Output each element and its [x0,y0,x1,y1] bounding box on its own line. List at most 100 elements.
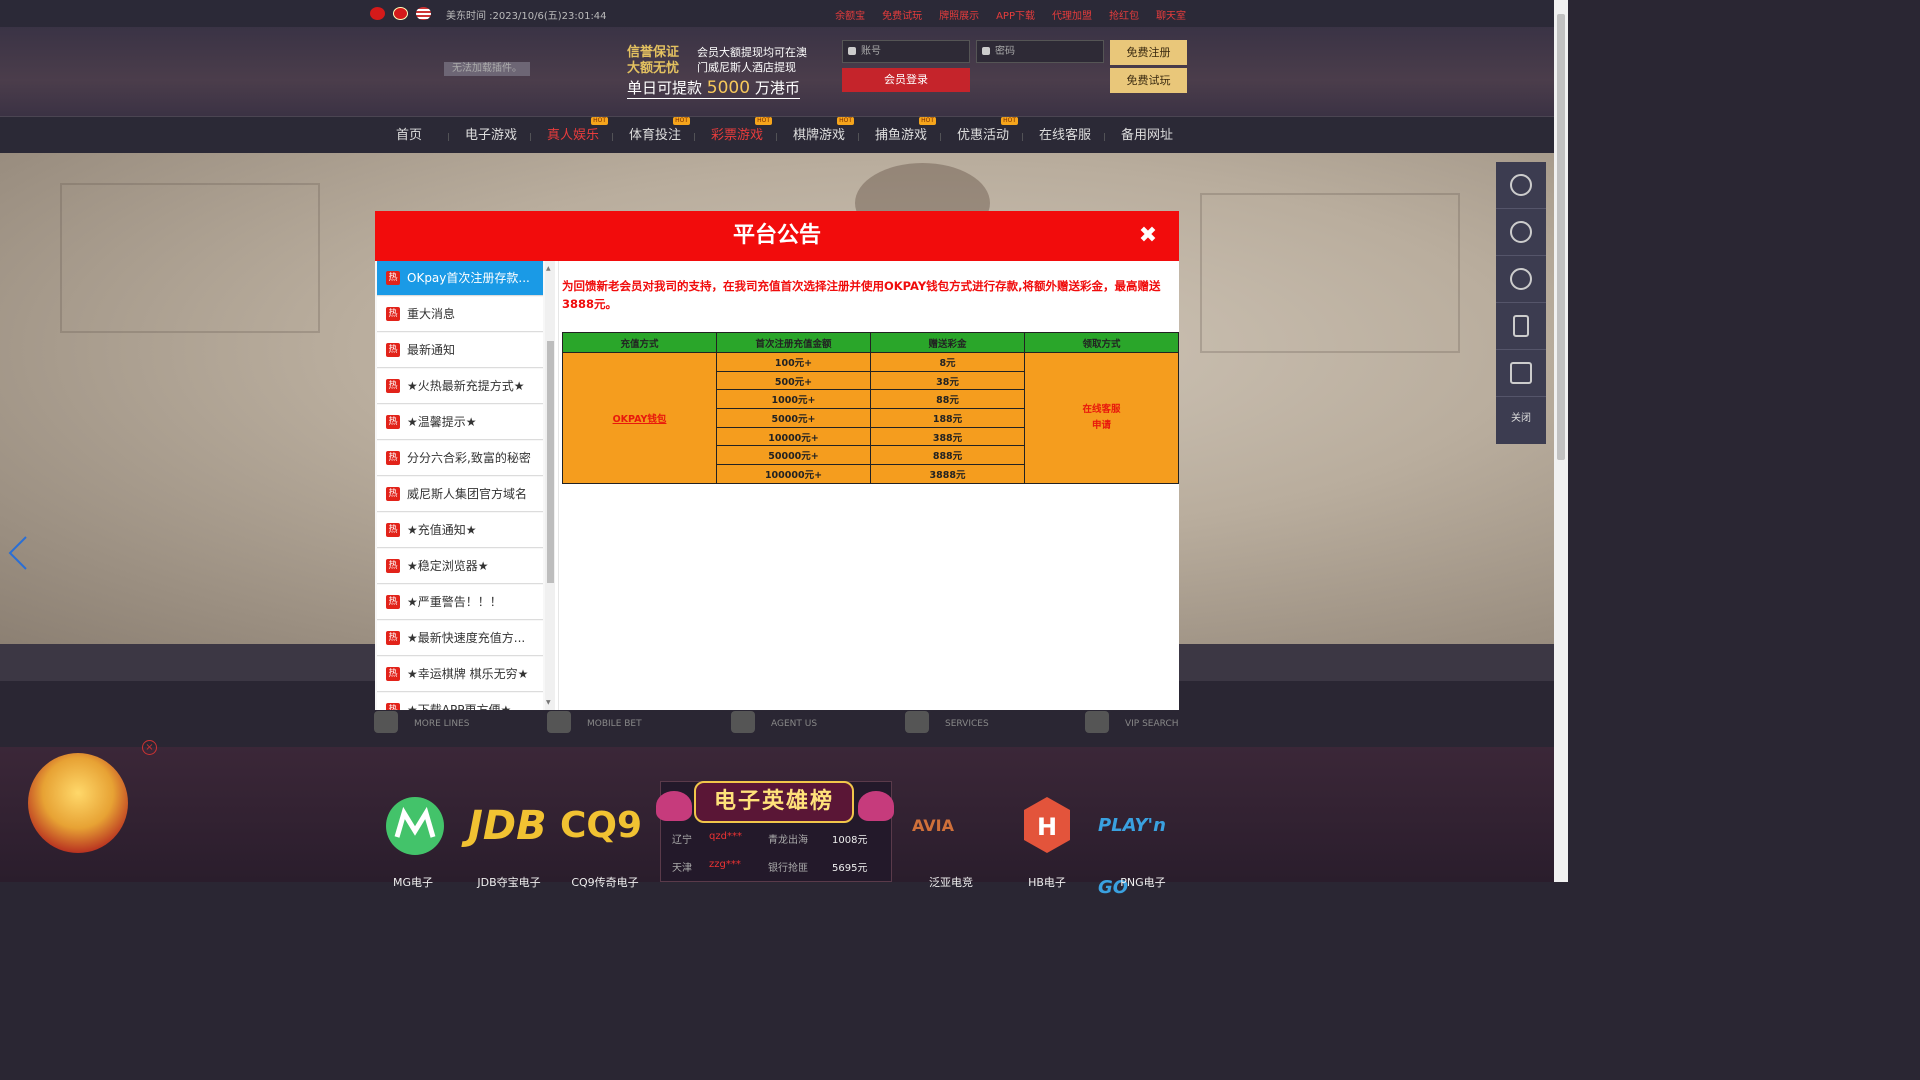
nav-item[interactable]: 真人娱乐 HOT | [532,117,614,154]
nav-item[interactable]: 优惠活动 HOT | [942,117,1024,154]
nav-item[interactable]: 电子游戏 | [450,117,532,154]
hot-badge: HOT [673,117,690,125]
announcement-item[interactable]: 热 ★幸运棋牌 棋乐无穷★ [377,657,543,692]
top-link[interactable]: 免费试玩 [882,7,922,22]
provider-logo-jdb[interactable]: JDB [468,795,552,857]
account-input[interactable]: 账号 [842,40,970,63]
list-scrollbar[interactable]: ▲ ▼ [545,261,555,710]
scroll-down-icon[interactable]: ▼ [546,699,551,706]
leaderboard-row: 辽宁 qzd*** 青龙出海 1008元 [672,831,868,846]
top-link[interactable]: 代理加盟 [1052,7,1092,22]
provider-logo-cq9[interactable]: CQ9 [560,795,650,857]
announcement-item[interactable]: 热 ★下载APP更方便★ [377,693,543,710]
announcement-item[interactable]: 热 ★稳定浏览器★ [377,549,543,584]
hongkong-flag-icon[interactable] [393,7,408,20]
announcement-item[interactable]: 热 ★温馨提示★ [377,405,543,440]
nav-item[interactable]: 捕鱼游戏 HOT | [860,117,942,154]
provider-label: MG电子 [392,876,433,889]
notes-button[interactable] [1496,350,1546,397]
announcement-item[interactable]: 热 ★最新快速度充值方... [377,621,543,656]
bonus-amount: 3888元 [870,464,1025,484]
bonus-amount: 388元 [870,426,1025,447]
announcement-item[interactable]: 热 OKpay首次注册存款... [377,261,543,296]
divider [558,261,559,710]
nav-item[interactable]: 体育投注 HOT | [614,117,696,154]
announcement-item[interactable]: 热分分六合彩,致富的秘密 [377,441,543,476]
chevron-left-icon[interactable] [8,535,28,571]
hot-icon: 热 [386,415,400,429]
announcement-item[interactable]: 热 ★火热最新充提方式★ [377,369,543,404]
eastern-time: 美东时间 :2023/10/6(五)23:01:44 [446,11,607,22]
announcement-item[interactable]: 热 ★充值通知★ [377,513,543,548]
provider-logo-hb[interactable]: H [1020,795,1074,857]
leaderboard-row: 天津 zzg*** 银行抢匪 5695元 [672,859,868,874]
table-header: 领取方式 [1024,332,1179,353]
announcement-item[interactable]: 热威尼斯人集团官方域名 [377,477,543,512]
nav-item[interactable]: 备用网址 [1106,117,1188,154]
provider-logo-avia[interactable]: AVIA [912,795,992,857]
qq-button[interactable] [1496,209,1546,256]
headset-icon [1510,174,1532,196]
deposit-amount: 50000元+ [716,445,871,466]
top-link[interactable]: 余额宝 [835,7,865,22]
hot-icon: 热 [386,379,400,393]
announcement-item[interactable]: 热最新通知 [377,333,543,368]
service-vip[interactable]: VIP SEARCH [1085,711,1179,733]
nav-item[interactable]: 在线客服 | [1024,117,1106,154]
hot-badge: HOT [919,117,936,125]
bonus-amount: 88元 [870,389,1025,410]
headset-button[interactable] [1496,162,1546,209]
hot-icon: 热 [386,307,400,321]
mobile-button[interactable] [1496,303,1546,350]
trial-button[interactable]: 免费试玩 [1110,68,1187,93]
hot-icon: 热 [386,559,400,573]
usa-flag-icon[interactable] [416,7,431,20]
scrollbar-thumb[interactable] [1557,14,1565,460]
top-link[interactable]: 牌照展示 [939,7,979,22]
phone-icon [547,711,571,733]
scroll-up-icon[interactable]: ▲ [546,265,551,272]
nav-item[interactable]: 首页 | [368,117,450,154]
china-flag-icon[interactable] [370,7,385,20]
nav-item[interactable]: 彩票游戏 HOT | [696,117,778,154]
hot-icon: 热 [386,343,400,357]
register-button[interactable]: 免费注册 [1110,40,1187,65]
login-button[interactable]: 会员登录 [842,68,970,92]
service-support[interactable]: SERVICES [905,711,989,733]
top-link[interactable]: APP下载 [996,7,1035,22]
okpay-link[interactable]: OKPAY钱包 [613,414,667,425]
provider-label: PNG电子 [1120,876,1166,889]
service-agent[interactable]: AGENT US [731,711,817,733]
heart-icon [656,791,692,821]
announcement-content: 为回馈新老会员对我司的支持，在我司充值首次选择注册并使用OKPAY钱包方式进行存… [562,277,1172,313]
fortune-god-badge[interactable] [28,753,128,853]
top-link[interactable]: 聊天室 [1156,7,1186,22]
promo-headline: 单日可提款 5000 万港币 [627,78,800,99]
password-input[interactable]: 密码 [976,40,1104,63]
claim-method-cell[interactable]: 在线客服 申请 [1024,352,1179,484]
close-icon[interactable]: × [142,740,157,755]
provider-logo-mg[interactable] [382,795,452,857]
provider-logo-png[interactable]: PLAY'n GO [1098,795,1188,898]
table-header: 首次注册充值金额 [716,332,871,353]
close-icon[interactable]: ✖ [1135,223,1161,249]
top-link[interactable]: 抢红包 [1109,7,1139,22]
ie-icon [374,711,398,733]
hot-icon: 热 [386,631,400,645]
scrollbar-thumb[interactable] [547,341,554,583]
deposit-amount: 500元+ [716,370,871,391]
service-more-lines[interactable]: MORE LINES [374,711,469,733]
language-flags [370,7,431,20]
deposit-amount: 5000元+ [716,408,871,428]
hot-icon: 热 [386,271,400,285]
page-scrollbar[interactable] [1554,0,1568,882]
announcement-item[interactable]: 热 ★严重警告！！！ [377,585,543,620]
headset-icon [905,711,929,733]
announcement-item[interactable]: 热重大消息 [377,297,543,332]
service-mobile-bet[interactable]: MOBILE BET [547,711,642,733]
phone-icon [1513,315,1529,337]
qq-button[interactable] [1496,256,1546,303]
nav-item[interactable]: 棋牌游戏 HOT | [778,117,860,154]
panel-close-button[interactable]: 关闭 [1496,398,1546,444]
lock-icon [982,47,990,55]
